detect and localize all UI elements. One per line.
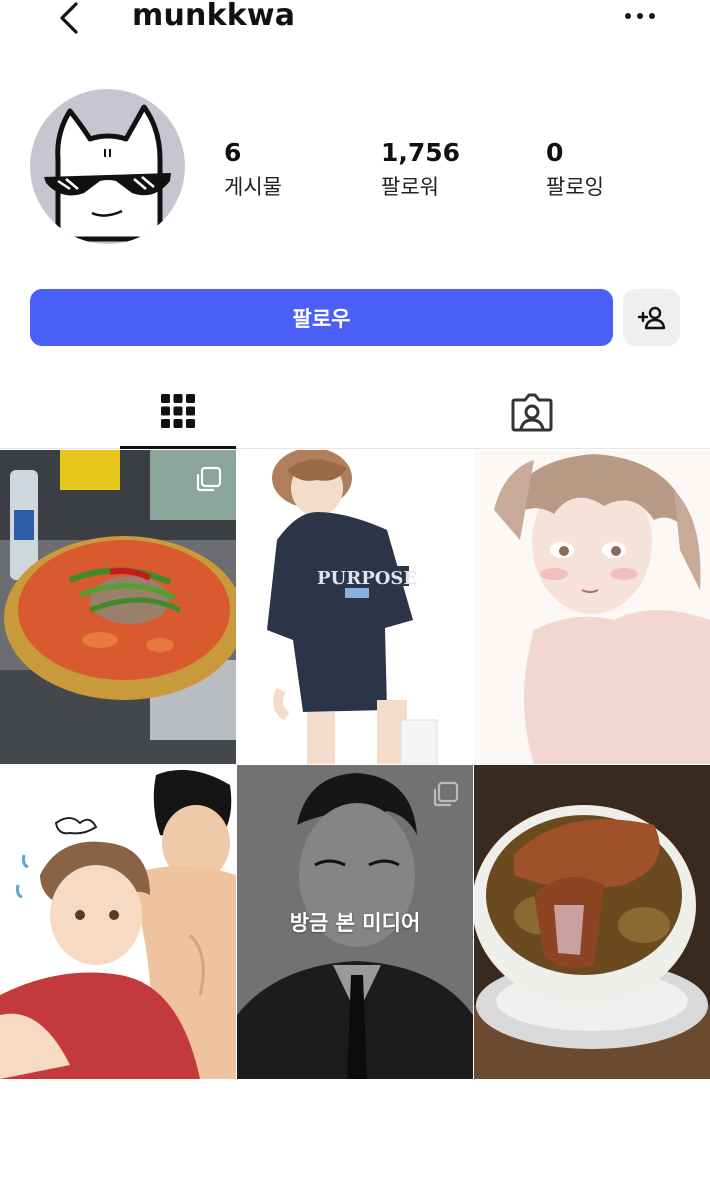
cat-sunglasses-avatar-image xyxy=(44,104,171,242)
two-boys-illustration xyxy=(0,765,236,1079)
tab-posts-grid[interactable] xyxy=(120,375,236,449)
svg-text:PURPOSE: PURPOSE xyxy=(317,568,417,589)
stat-following[interactable]: 0 팔로잉 xyxy=(546,138,604,201)
post-thumbnail-illustration-portrait[interactable] xyxy=(474,450,710,764)
profile-tabs xyxy=(0,375,710,449)
stew-pot-photo xyxy=(0,450,236,764)
post-thumbnail-curry[interactable] xyxy=(474,765,710,1079)
multiple-images-icon xyxy=(196,466,222,492)
more-options-button[interactable] xyxy=(620,6,660,26)
posts-count: 6 xyxy=(224,138,242,167)
portrait-illustration xyxy=(474,450,710,764)
followers-count: 1,756 xyxy=(381,138,461,167)
following-count: 0 xyxy=(546,138,564,167)
posts-label: 게시물 xyxy=(224,175,282,199)
recently-viewed-label: 방금 본 미디어 xyxy=(289,911,421,935)
multiple-images-icon xyxy=(433,781,459,807)
follow-button[interactable]: 팔로우 xyxy=(30,289,613,346)
post-thumbnail-illustration-boy-shirt[interactable]: PURPOSE xyxy=(237,450,473,764)
suggest-users-button[interactable] xyxy=(623,289,680,346)
tagged-person-icon xyxy=(511,393,553,432)
chevron-left-icon xyxy=(60,2,78,34)
following-label: 팔로잉 xyxy=(546,175,604,199)
post-thumbnail-stew[interactable] xyxy=(0,450,236,764)
avatar[interactable] xyxy=(30,89,185,244)
boy-illustration: PURPOSE xyxy=(237,450,473,764)
top-bar: munkkwa xyxy=(0,0,710,40)
followers-label: 팔로워 xyxy=(381,175,439,199)
curry-bowl-photo xyxy=(474,765,710,1079)
ellipsis-icon xyxy=(625,13,655,19)
post-thumbnail-recently-viewed[interactable]: 방금 본 미디어 xyxy=(237,765,473,1079)
stat-posts[interactable]: 6 게시물 xyxy=(224,138,282,201)
add-user-icon xyxy=(637,306,665,329)
back-button[interactable] xyxy=(52,0,88,36)
grid-icon xyxy=(161,393,195,428)
post-thumbnail-illustration-two-boys[interactable] xyxy=(0,765,236,1079)
profile-username: munkkwa xyxy=(132,0,296,33)
tab-tagged[interactable] xyxy=(474,375,590,449)
stat-followers[interactable]: 1,756 팔로워 xyxy=(381,138,460,201)
